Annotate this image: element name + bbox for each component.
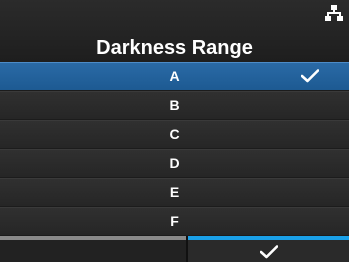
header-bar: Darkness Range [0,0,349,62]
list-item-b[interactable]: B [0,91,349,119]
list-item-label: F [170,213,179,229]
check-icon [301,69,319,83]
list-item-e[interactable]: E [0,178,349,206]
confirm-button[interactable] [188,236,349,262]
footer-bar [0,236,349,262]
list-item-f[interactable]: F [0,207,349,235]
network-icon [325,5,343,21]
list-item-label: A [169,68,180,84]
list-item-d[interactable]: D [0,149,349,177]
list-item-label: B [169,97,180,113]
darkness-range-list: A B C D E F [0,62,349,236]
list-item-c[interactable]: C [0,120,349,148]
printer-screen: Darkness Range A B C D E F [0,0,349,262]
check-icon [259,245,278,259]
page-title: Darkness Range [96,37,253,59]
list-item-label: C [169,126,180,142]
back-button[interactable] [0,236,186,262]
list-item-label: E [169,184,180,200]
list-item-label: D [169,155,180,171]
list-item-a[interactable]: A [0,62,349,90]
